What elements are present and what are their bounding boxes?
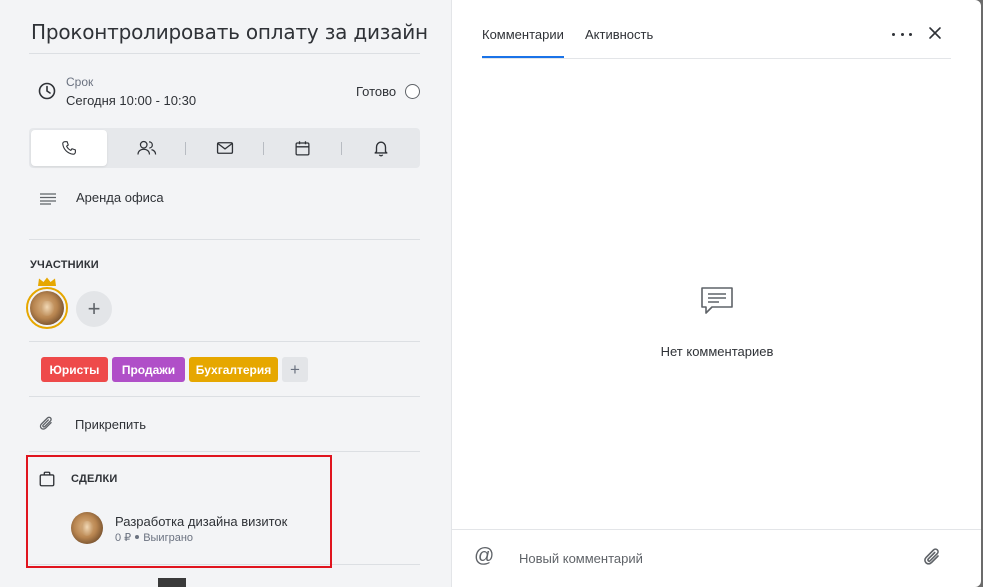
due-label: Срок [66,75,94,89]
tab-comments[interactable]: Комментарии [482,27,564,42]
due-value[interactable]: Сегодня 10:00 - 10:30 [66,93,196,108]
mention-icon[interactable]: @ [474,545,494,568]
description-text[interactable]: Аренда офиса [76,190,164,205]
divider [452,529,981,530]
more-dots-icon [892,32,895,36]
divider [29,396,420,397]
participants-label: УЧАСТНИКИ [30,259,99,271]
tag-lawyers[interactable]: Юристы [41,357,108,382]
divider [29,341,420,342]
activity-type-meeting[interactable] [108,128,185,168]
avatar[interactable] [30,291,64,325]
more-options-button[interactable] [892,27,912,41]
comment-input[interactable] [519,548,899,568]
activity-type-call[interactable] [31,130,107,166]
close-icon[interactable] [927,25,943,41]
clock-icon [38,82,56,100]
divider [482,58,951,59]
divider [29,53,420,54]
tag-sales[interactable]: Продажи [112,357,185,382]
empty-comments-text: Нет комментариев [660,344,774,359]
add-tag-button[interactable]: + [282,357,308,382]
calendar-icon [295,140,310,156]
add-participant-button[interactable]: + [76,291,112,327]
divider [29,239,420,240]
comment-bubble-icon [701,287,733,314]
tab-activity[interactable]: Активность [585,27,653,42]
tag-accounting[interactable]: Бухгалтерия [189,357,278,382]
attach-button[interactable]: Прикрепить [75,417,146,432]
activity-type-email[interactable] [186,128,263,168]
attach-file-icon[interactable] [922,547,944,569]
crown-icon [38,277,56,286]
mail-icon [216,142,233,154]
activity-type-event[interactable] [264,128,341,168]
done-radio[interactable] [405,84,420,99]
done-label[interactable]: Готово [356,84,396,99]
task-title[interactable]: Проконтролировать оплату за дизайн [31,20,428,44]
activity-type-selector [29,128,420,168]
people-icon [136,140,156,155]
task-modal: Проконтролировать оплату за дизайн Срок … [0,0,981,587]
bell-icon [373,141,388,157]
active-tab-indicator [482,56,564,58]
activity-type-reminder[interactable] [342,128,419,168]
description-icon [40,193,56,205]
paperclip-icon [39,416,52,430]
partial-thumbnail [158,578,186,587]
deals-highlight-box [26,455,332,568]
divider [29,451,420,452]
phone-icon [62,141,76,155]
